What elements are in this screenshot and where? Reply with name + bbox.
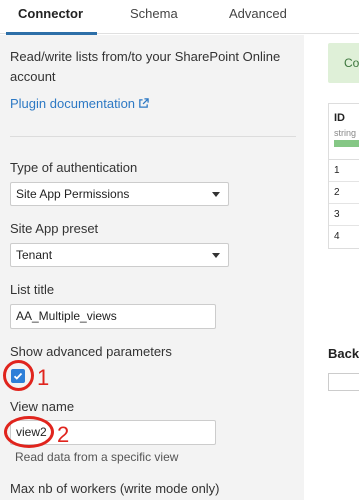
site-app-preset-value: Tenant [16, 248, 53, 262]
table-row: 1 [329, 160, 359, 182]
preview-table: ID string 1 2 3 4 [328, 103, 359, 249]
preview-panel: Co ID string 1 2 3 4 Back [304, 35, 359, 500]
auth-type-value: Site App Permissions [16, 187, 130, 201]
annotation-circle-1 [3, 360, 34, 391]
view-name-label: View name [10, 399, 75, 414]
list-title-label: List title [10, 282, 55, 297]
table-row: 3 [329, 204, 359, 226]
site-app-preset-label: Site App preset [10, 221, 99, 236]
table-row: 2 [329, 182, 359, 204]
plugin-documentation-label: Plugin documentation [10, 96, 136, 111]
annotation-circle-2 [4, 416, 54, 448]
connector-settings-panel: Read/write lists from/to your SharePoint… [0, 35, 304, 500]
show-advanced-label: Show advanced parameters [10, 344, 172, 359]
view-name-help: Read data from a specific view [15, 450, 179, 464]
back-input[interactable] [328, 373, 359, 391]
list-title-input[interactable]: AA_Multiple_views [10, 304, 216, 329]
auth-type-select[interactable]: Site App Permissions [10, 182, 229, 206]
tab-schema[interactable]: Schema [130, 0, 178, 34]
tab-connector[interactable]: Connector [6, 0, 97, 35]
auth-type-label: Type of authentication [10, 160, 138, 175]
chevron-down-icon [212, 253, 220, 258]
status-banner: Co [328, 43, 359, 83]
section-divider [10, 136, 296, 137]
chevron-down-icon [212, 192, 220, 197]
external-link-icon [139, 98, 149, 108]
column-name: ID [334, 112, 345, 124]
max-workers-label: Max nb of workers (write mode only) [10, 481, 220, 496]
tab-bar: Connector Schema Advanced [0, 0, 359, 35]
column-quality-bar [334, 140, 359, 147]
column-type: string [334, 128, 357, 138]
annotation-number-1: 1 [37, 365, 50, 390]
site-app-preset-select[interactable]: Tenant [10, 243, 229, 267]
tab-advanced[interactable]: Advanced [229, 0, 287, 34]
connector-description: Read/write lists from/to your SharePoint… [10, 49, 281, 84]
back-label: Back [328, 346, 359, 361]
plugin-documentation-link[interactable]: Plugin documentation [10, 96, 149, 111]
table-header[interactable]: ID string [329, 104, 359, 160]
table-row: 4 [334, 231, 340, 242]
annotation-number-2: 2 [57, 422, 70, 447]
